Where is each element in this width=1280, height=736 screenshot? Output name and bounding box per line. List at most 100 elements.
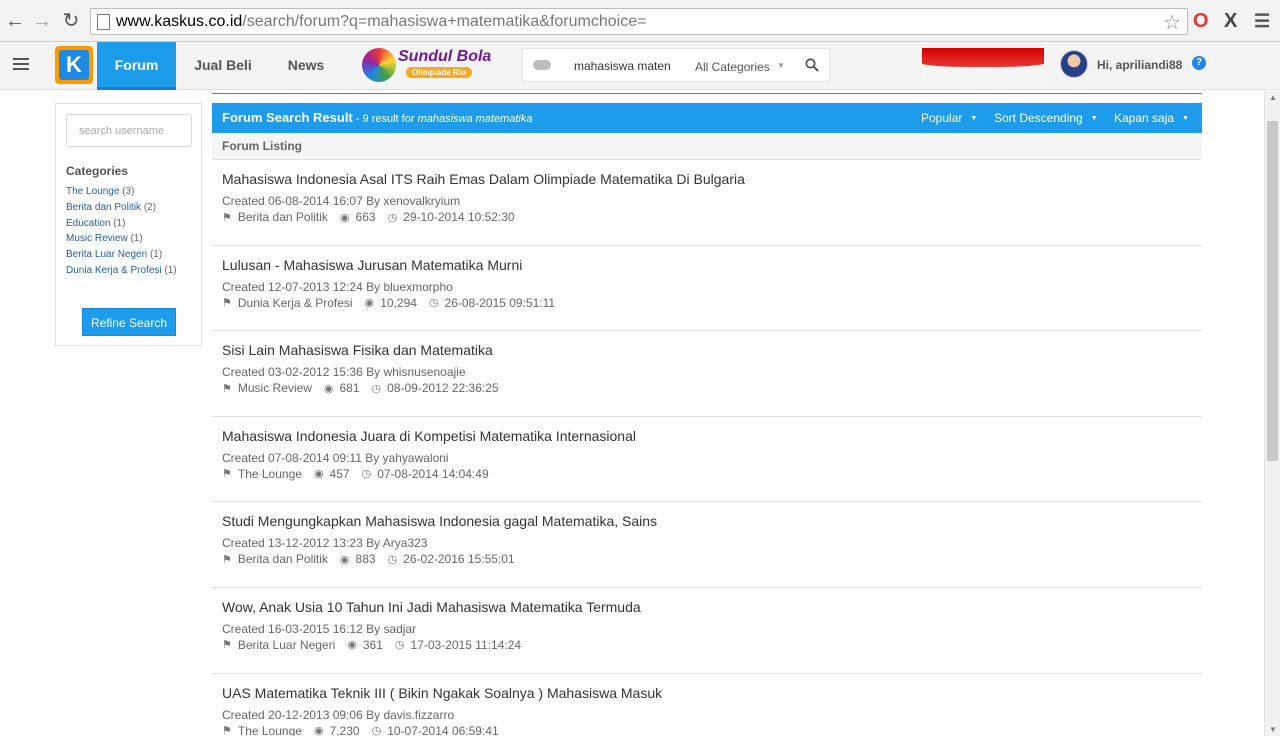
bookmark-star-icon[interactable]: ☆ — [1163, 10, 1181, 35]
result-views-count: 663 — [355, 210, 376, 224]
result-category-label[interactable]: Dunia Kerja & Profesi — [238, 296, 353, 310]
category-item[interactable]: Berita dan Politik (2) — [66, 200, 177, 216]
result-category-label[interactable]: The Lounge — [238, 724, 302, 736]
result-title-link[interactable]: Studi Mengungkapkan Mahasiswa Indonesia … — [222, 513, 657, 529]
time-filter-dropdown[interactable]: Kapan saja ▼ — [1114, 111, 1189, 125]
results-query: mahasiswa matematika — [417, 113, 533, 125]
sort-popular-dropdown[interactable]: Popular ▼ — [921, 111, 977, 125]
clock-icon: ◷ — [361, 468, 372, 481]
browser-menu-icon[interactable]: ☰ — [1254, 8, 1270, 34]
result-category[interactable]: ⚑ Music Review — [222, 381, 312, 395]
category-item[interactable]: The Lounge (3) — [66, 184, 177, 200]
results-title-text: Forum Search Result — [222, 110, 353, 125]
category-link[interactable]: Dunia Kerja & Profesi — [66, 265, 162, 276]
scroll-down-icon[interactable]: ▼ — [1269, 725, 1277, 734]
result-item: Studi Mengungkapkan Mahasiswa Indonesia … — [212, 502, 1202, 588]
tag-icon: ⚑ — [222, 725, 232, 736]
result-stats: ⚑ Dunia Kerja & Profesi ◉ 10,294 ◷ 26-08-2015… — [222, 296, 567, 310]
back-arrow-icon[interactable]: ← — [4, 10, 26, 32]
category-select[interactable]: All Categories — [695, 60, 770, 74]
result-title-link[interactable]: Lulusan - Mahasiswa Jurusan Matematika M… — [222, 257, 522, 273]
result-title-link[interactable]: Mahasiswa Indonesia Juara di Kompetisi M… — [222, 428, 636, 444]
page-scrollbar[interactable]: ▲ ▼ — [1264, 91, 1280, 736]
kaskus-logo[interactable]: K — [55, 46, 93, 84]
result-category-label[interactable]: Berita dan Politik — [238, 552, 328, 566]
scrollbar-thumb[interactable] — [1267, 121, 1278, 461]
indonesia-flag-banner[interactable] — [922, 48, 1044, 86]
category-item[interactable]: Education (1) — [66, 216, 177, 232]
logo-letter: K — [59, 50, 89, 80]
result-category[interactable]: ⚑ The Lounge — [222, 724, 302, 736]
clock-icon: ◷ — [387, 553, 398, 566]
search-username-input[interactable] — [66, 114, 192, 147]
opera-extension-icon[interactable]: O — [1193, 8, 1209, 34]
category-item[interactable]: Berita Luar Negeri (1) — [66, 247, 177, 263]
tab-forum[interactable]: Forum — [97, 42, 176, 90]
hamburger-menu-icon[interactable] — [13, 58, 29, 72]
result-category-label[interactable]: Berita Luar Negeri — [238, 638, 335, 652]
result-created-info: Created 16-03-2015 16:12 By sadjar — [222, 621, 417, 636]
search-sidebar: Categories The Lounge (3) Berita dan Pol… — [55, 103, 202, 346]
result-title-link[interactable]: Sisi Lain Mahasiswa Fisika dan Matematik… — [222, 342, 493, 358]
result-category[interactable]: ⚑ Berita Luar Negeri — [222, 638, 335, 652]
category-link[interactable]: The Lounge — [66, 186, 119, 197]
sundul-bola-promo[interactable]: Sundul Bola Olimpiade Rio — [362, 48, 491, 84]
result-category[interactable]: ⚑ Berita dan Politik — [222, 210, 328, 224]
result-title-link[interactable]: UAS Matematika Teknik III ( Bikin Ngakak… — [222, 685, 662, 701]
category-count: (1) — [130, 233, 143, 245]
result-stats: ⚑ The Lounge ◉ 7,230 ◷ 10-07-2014 06:59:41 — [222, 724, 511, 736]
result-category[interactable]: ⚑ Berita dan Politik — [222, 552, 328, 566]
scroll-up-icon[interactable]: ▲ — [1269, 93, 1277, 102]
tag-icon: ⚑ — [222, 211, 232, 224]
result-stats: ⚑ Berita dan Politik ◉ 883 ◷ 26-02-2016 15:55… — [222, 552, 527, 566]
search-icon[interactable] — [805, 58, 819, 72]
user-greeting[interactable]: Hi, apriliandi88 — [1097, 58, 1182, 72]
category-link[interactable]: Music Review — [66, 233, 128, 244]
sort-order-dropdown[interactable]: Sort Descending ▼ — [994, 111, 1098, 125]
avatar[interactable] — [1060, 50, 1088, 78]
search-input[interactable]: mahasiswa maten — [574, 59, 671, 73]
result-category-label[interactable]: Music Review — [238, 381, 312, 395]
reload-icon[interactable]: ↻ — [60, 10, 82, 32]
tab-jual-beli[interactable]: Jual Beli — [184, 42, 262, 90]
tab-news[interactable]: News — [276, 42, 336, 90]
result-created-info: Created 20-12-2013 09:06 By davis.fizzar… — [222, 707, 455, 722]
eye-icon: ◉ — [339, 553, 350, 566]
result-title-link[interactable]: Mahasiswa Indonesia Asal ITS Raih Emas D… — [222, 171, 745, 187]
url-text[interactable]: www.kaskus.co.id/search/forum?q=mahasisw… — [116, 13, 646, 31]
results-list: Mahasiswa Indonesia Asal ITS Raih Emas D… — [212, 160, 1202, 736]
result-title-link[interactable]: Wow, Anak Usia 10 Tahun Ini Jadi Mahasis… — [222, 599, 641, 615]
result-category[interactable]: ⚑ The Lounge — [222, 467, 302, 481]
category-item[interactable]: Music Review (1) — [66, 231, 177, 247]
category-link[interactable]: Berita dan Politik — [66, 202, 141, 213]
category-link[interactable]: Education — [66, 218, 110, 229]
result-category-label[interactable]: Berita dan Politik — [238, 210, 328, 224]
category-count: (1) — [149, 249, 163, 261]
chevron-down-icon: ▼ — [970, 115, 978, 122]
chevron-down-icon: ▼ — [1182, 115, 1189, 122]
address-bar[interactable]: www.kaskus.co.id/search/forum?q=mahasisw… — [90, 8, 1188, 35]
help-icon[interactable]: ? — [1192, 56, 1206, 70]
result-category-label[interactable]: The Lounge — [238, 467, 302, 481]
category-count: (3) — [122, 186, 135, 197]
result-category[interactable]: ⚑ Dunia Kerja & Profesi — [222, 296, 353, 310]
results-summary: - 9 result for mahasiswa matematika — [353, 113, 533, 125]
result-last-post: ◷ 08-09-2012 22:36:25 — [372, 381, 499, 395]
result-last-post-time: 17-03-2015 11:14:24 — [410, 637, 522, 652]
result-last-post-time: 08-09-2012 22:36:25 — [387, 381, 499, 396]
result-stats: ⚑ Berita dan Politik ◉ 663 ◷ 29-10-2014 10:52… — [222, 210, 527, 224]
x-extension-icon[interactable]: X — [1224, 8, 1237, 34]
result-created-info: Created 12-07-2013 12:24 By bluexmorpho — [222, 279, 453, 294]
eye-icon: ◉ — [347, 639, 357, 652]
tag-icon: ⚑ — [222, 382, 232, 395]
page-content: Categories The Lounge (3) Berita dan Pol… — [0, 91, 1264, 736]
result-created-info: Created 06-08-2014 16:07 By xenovalkryiu… — [222, 194, 461, 208]
result-views: ◉ 361 — [347, 638, 383, 652]
category-item[interactable]: Dunia Kerja & Profesi (1) — [66, 263, 177, 279]
result-stats: ⚑ The Lounge ◉ 457 ◷ 07-08-2014 14:04:49 — [222, 467, 501, 481]
category-link[interactable]: Berita Luar Negeri — [66, 249, 147, 260]
result-stats: ⚑ Music Review ◉ 681 ◷ 08-09-2012 22:36:25 — [222, 381, 511, 395]
refine-search-button[interactable]: Refine Search — [82, 308, 176, 336]
forward-arrow-icon[interactable]: → — [31, 10, 53, 32]
clock-icon: ◷ — [371, 382, 382, 395]
